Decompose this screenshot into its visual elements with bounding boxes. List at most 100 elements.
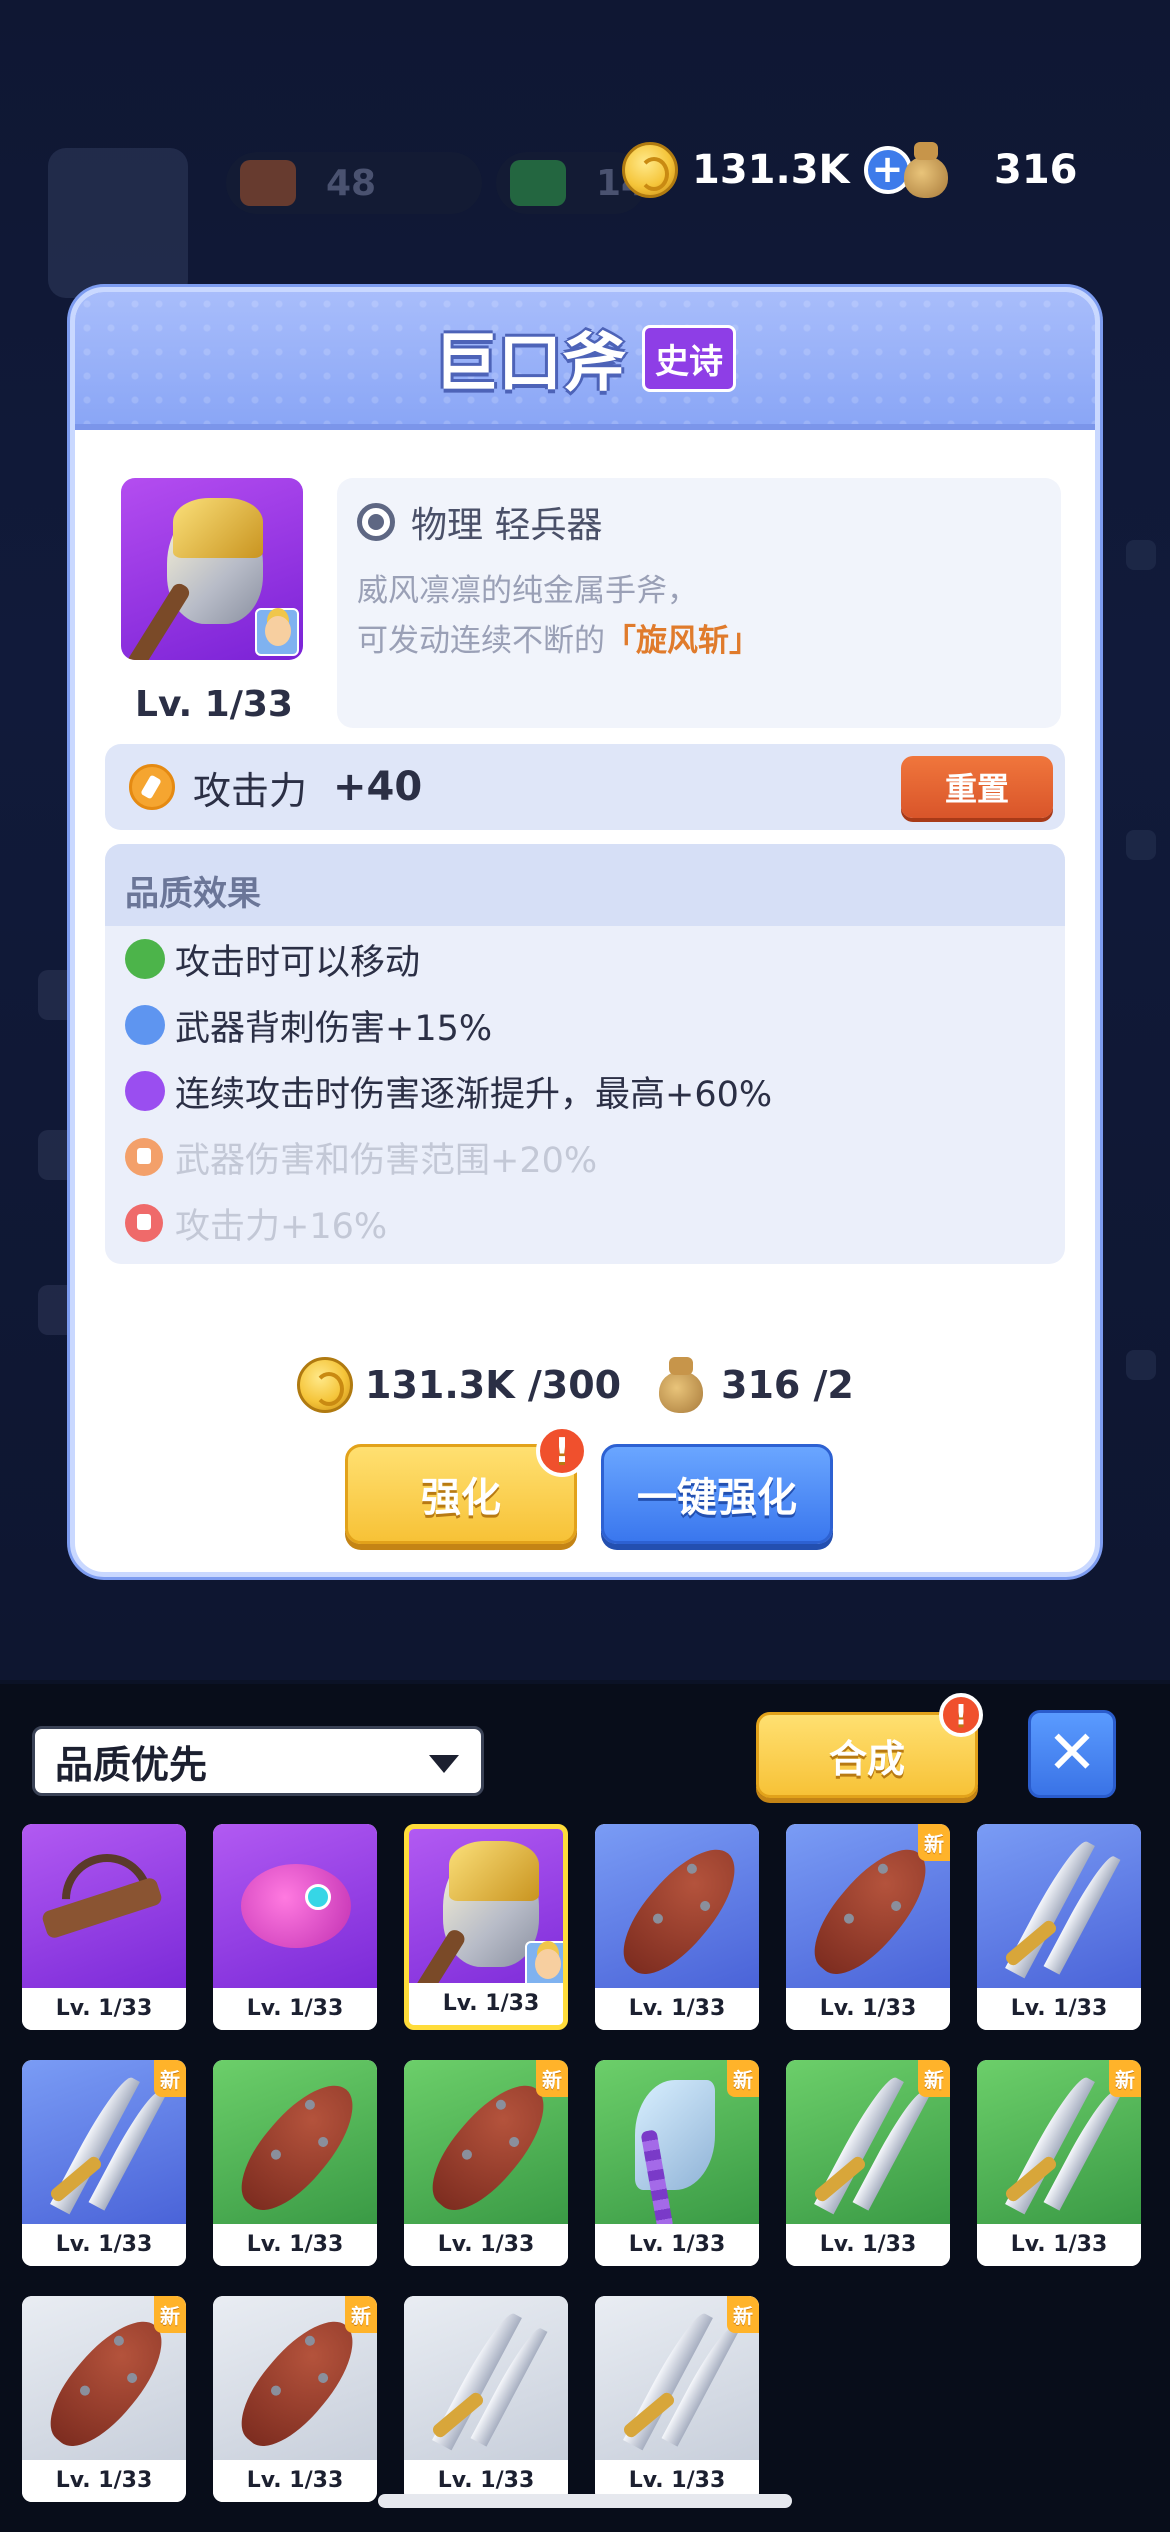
item-icon — [121, 478, 303, 660]
item-name: 巨口斧 — [434, 327, 626, 401]
item-level-label: Lv. 1/33 — [595, 2224, 759, 2266]
description-line: 可发动连续不断的「旋风斩」 — [357, 616, 1041, 666]
item-level-label: Lv. 1/33 — [22, 2460, 186, 2502]
quality-effects-title: 品质效果 — [105, 844, 1065, 926]
chevron-down-icon — [429, 1755, 459, 1773]
bag-amount: 316 — [994, 147, 1078, 193]
item-level-label: Lv. 1/33 — [595, 1988, 759, 2030]
weapon-type-icon — [357, 503, 395, 541]
inventory-item-card[interactable]: Lv. 1/33 新 — [213, 2296, 377, 2502]
merge-label: 合成 — [828, 1736, 905, 1781]
attack-icon — [129, 764, 175, 810]
quality-effect-text: 连续攻击时伤害逐渐提升，最高+60% — [175, 1074, 773, 1115]
coin-cost-value: 131.3K /300 — [365, 1363, 622, 1407]
side-menu-icon — [1126, 540, 1156, 570]
attack-value: +40 — [333, 764, 423, 810]
item-level-label: Lv. 1/33 — [213, 2224, 377, 2266]
item-level-label: Lv. 1/33 — [786, 1988, 950, 2030]
hero-portrait — [48, 148, 188, 298]
axe-icon — [409, 1829, 563, 2013]
item-level-label: Lv. 1/33 — [409, 1983, 563, 2025]
quality-effect-row: 武器伤害和伤害范围+20% — [105, 1124, 1065, 1190]
inventory-item-card[interactable]: Lv. 1/33 新 — [595, 2296, 759, 2502]
merge-button[interactable]: 合成 ! — [756, 1693, 983, 1798]
side-menu-icon — [1126, 1350, 1156, 1380]
inventory-item-card[interactable]: Lv. 1/33 新 — [22, 2296, 186, 2502]
item-detail-modal: 巨口斧 史诗 Lv. 1/33 物理 轻兵器 威风凛凛的纯金属手斧， 可发动连续… — [70, 287, 1100, 1577]
inventory-item-card[interactable]: Lv. 1/33 — [404, 1824, 568, 2030]
quality-effect-text: 攻击时可以移动 — [175, 942, 421, 983]
item-level: Lv. 1/33 — [135, 684, 293, 725]
new-badge: 新 — [154, 2296, 186, 2333]
crossbow-icon — [22, 1824, 186, 1988]
coin-icon — [622, 142, 678, 198]
inventory-item-card[interactable]: Lv. 1/33 新 — [977, 2060, 1141, 2266]
quality-effect-row: 武器背刺伤害+15% — [105, 992, 1065, 1058]
inventory-item-card[interactable]: Lv. 1/33 新 — [22, 2060, 186, 2266]
upgrade-button[interactable]: 强化 ! — [345, 1425, 588, 1544]
quality-effect-row: 连续攻击时伤害逐渐提升，最高+60% — [105, 1058, 1065, 1124]
item-description: 威风凛凛的纯金属手斧， 可发动连续不断的「旋风斩」 — [357, 566, 1041, 666]
coin-counter: 131.3K + — [622, 140, 912, 200]
quality-effects-box: 品质效果 攻击时可以移动武器背刺伤害+15% 连续攻击时伤害逐渐提升，最高+60%… — [105, 844, 1065, 1264]
inventory-item-card[interactable]: Lv. 1/33 — [977, 1824, 1141, 2030]
item-description-box: 物理 轻兵器 威风凛凛的纯金属手斧， 可发动连续不断的「旋风斩」 — [337, 478, 1061, 728]
inventory-item-card[interactable]: Lv. 1/33 — [22, 1824, 186, 2030]
inventory-item-card[interactable]: Lv. 1/33 新 — [595, 2060, 759, 2266]
bag-cost-value: 316 /2 — [721, 1363, 854, 1407]
inventory-item-card[interactable]: Lv. 1/33 新 — [786, 1824, 950, 2030]
new-badge: 新 — [1109, 2060, 1141, 2097]
inventory-item-card[interactable]: Lv. 1/33 — [404, 2296, 568, 2502]
inventory-item-card[interactable]: Lv. 1/33 — [213, 1824, 377, 2030]
new-badge: 新 — [727, 2296, 759, 2333]
coin-cost: 131.3K /300 — [297, 1350, 621, 1420]
resource-pill-cake: 48 — [226, 152, 482, 214]
bag-cost: 316 /2 — [653, 1350, 854, 1420]
cake-icon — [240, 160, 296, 206]
reset-button[interactable]: 重置 — [901, 756, 1053, 818]
inventory-item-card[interactable]: Lv. 1/33 — [595, 1824, 759, 2030]
bag-counter: 316 — [898, 140, 1078, 200]
quality-effect-text: 攻击力+16% — [175, 1206, 388, 1247]
lock-icon — [125, 1204, 163, 1242]
inventory-item-card[interactable]: Lv. 1/33 新 — [786, 2060, 950, 2266]
gem-icon — [510, 160, 566, 206]
attack-label: 攻击力 — [193, 768, 308, 813]
item-level-label: Lv. 1/33 — [213, 2460, 377, 2502]
lock-icon — [125, 1138, 163, 1176]
modal-header: 巨口斧 史诗 — [75, 292, 1095, 430]
weapon-type: 物理 轻兵器 — [357, 496, 1041, 548]
skill-highlight: 「旋风斩」 — [605, 623, 760, 659]
item-level-label: Lv. 1/33 — [404, 2224, 568, 2266]
new-badge: 新 — [918, 2060, 950, 2097]
item-level-label: Lv. 1/33 — [22, 1988, 186, 2030]
quality-effect-text: 武器背刺伤害+15% — [175, 1008, 493, 1049]
new-badge: 新 — [154, 2060, 186, 2097]
club-icon — [595, 1824, 759, 1990]
item-level-label: Lv. 1/33 — [977, 1988, 1141, 2030]
description-line: 威风凛凛的纯金属手斧， — [357, 573, 698, 609]
alert-icon: ! — [939, 1693, 983, 1737]
one-click-upgrade-button[interactable]: 一键强化 — [601, 1444, 833, 1544]
upgrade-label: 强化 — [421, 1475, 501, 1521]
description-text: 可发动连续不断的 — [357, 623, 605, 659]
item-level-label: Lv. 1/33 — [786, 2224, 950, 2266]
quality-effect-row: 攻击时可以移动 — [105, 926, 1065, 992]
new-badge: 新 — [918, 1824, 950, 1861]
item-level-label: Lv. 1/33 — [977, 2224, 1141, 2266]
inventory-item-card[interactable]: Lv. 1/33 — [213, 2060, 377, 2266]
club-icon — [213, 2060, 377, 2226]
rarity-badge: 史诗 — [642, 324, 736, 392]
sword-icon — [977, 1824, 1141, 1988]
home-indicator[interactable] — [378, 2494, 792, 2508]
new-badge: 新 — [727, 2060, 759, 2097]
quality-effect-row: 攻击力+16% — [105, 1190, 1065, 1256]
weapon-type-label: 物理 轻兵器 — [411, 505, 603, 546]
coin-icon — [297, 1357, 353, 1413]
creature-icon — [213, 1824, 377, 1988]
money-bag-icon — [653, 1355, 709, 1415]
inventory-item-card[interactable]: Lv. 1/33 新 — [404, 2060, 568, 2266]
sort-dropdown[interactable]: 品质优先 — [32, 1726, 484, 1796]
hero-avatar-icon — [255, 608, 299, 656]
close-button[interactable]: ✕ — [1028, 1710, 1116, 1798]
